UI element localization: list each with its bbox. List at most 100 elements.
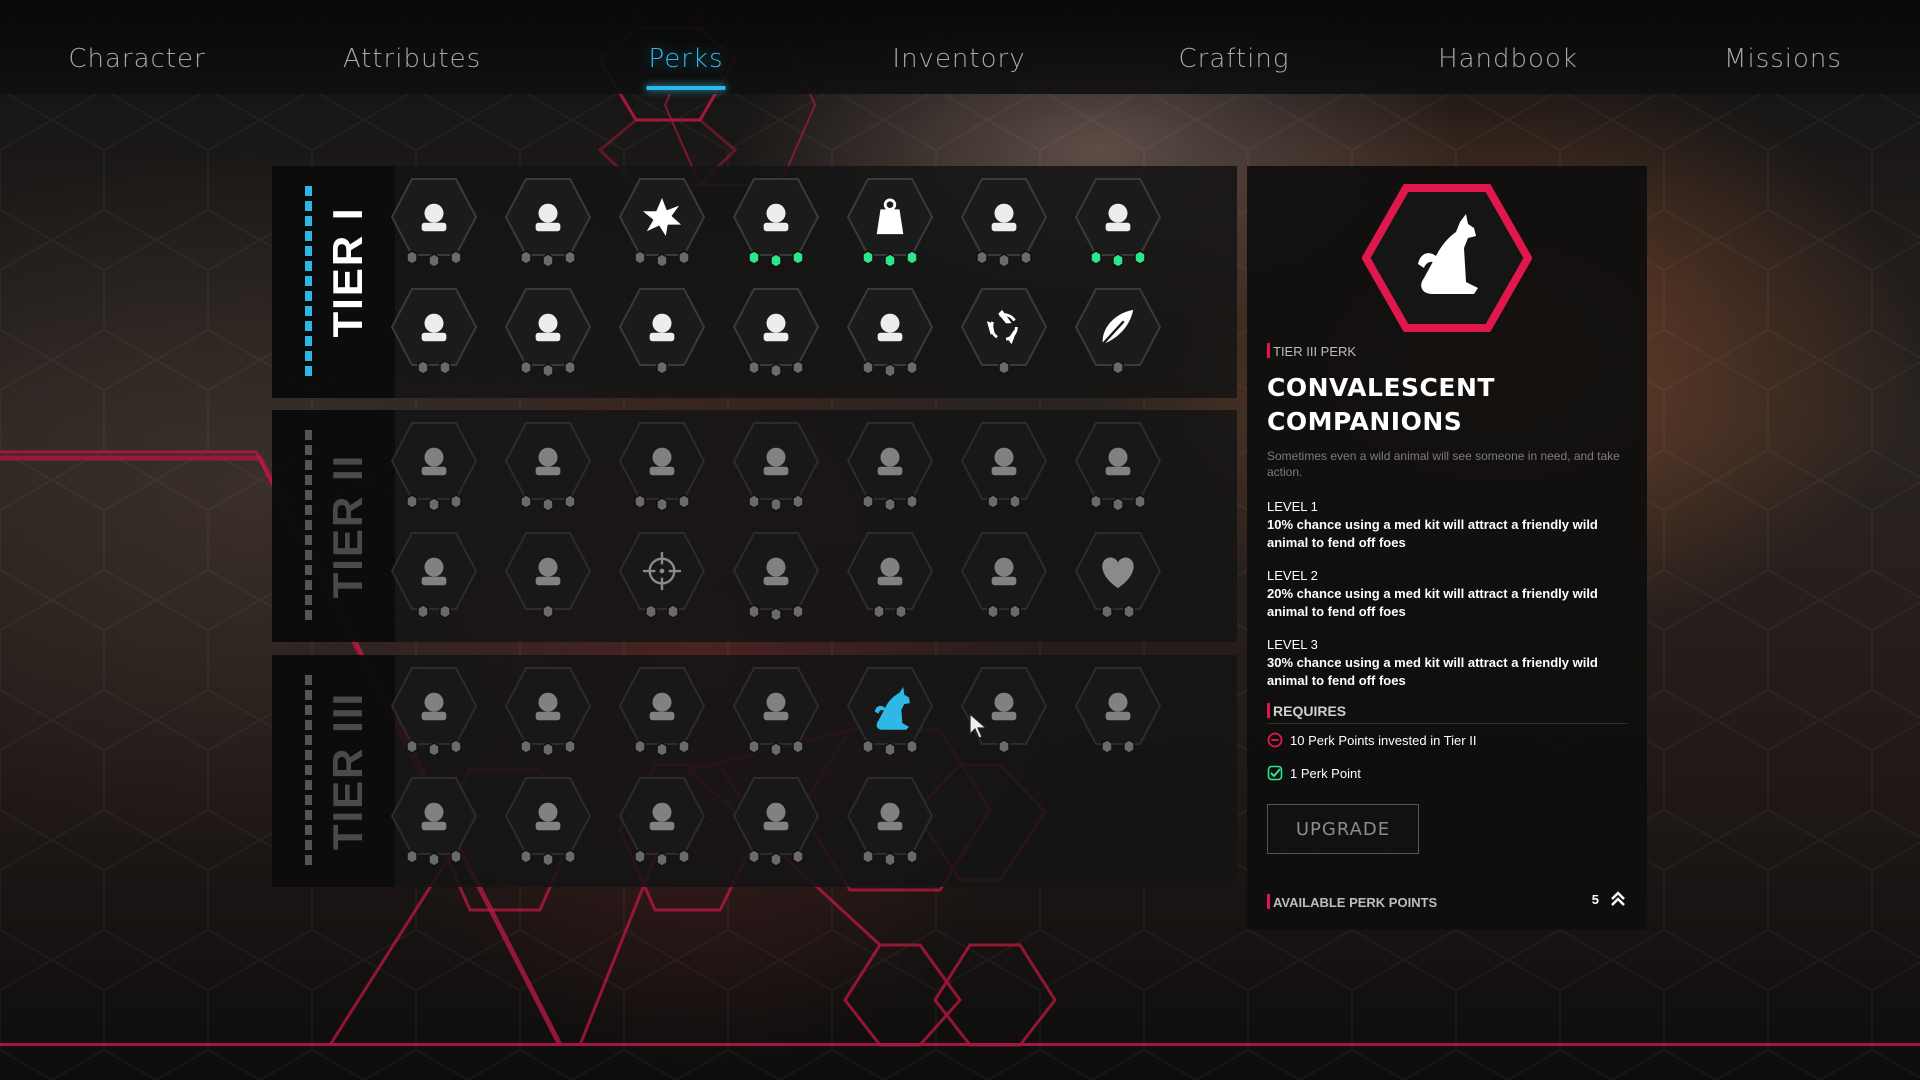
perk-hammer-pickaxe-slot[interactable] <box>1074 417 1162 513</box>
perk-hand-gear-slot[interactable] <box>504 772 592 868</box>
perk-recycle-slot[interactable] <box>960 283 1048 379</box>
perk-level-pip <box>520 360 532 375</box>
requires-heading: REQUIRES <box>1267 703 1627 724</box>
perk-sun-gear-slot[interactable] <box>732 772 820 868</box>
level-2-heading: LEVEL 2 <box>1267 568 1318 583</box>
perk-level-pip <box>748 360 760 375</box>
perk-person-melee-slot[interactable] <box>618 283 706 379</box>
perk-bullet-sparkle-slot[interactable] <box>846 283 934 379</box>
level-1-block: LEVEL 1 10% chance using a med kit will … <box>1267 498 1627 552</box>
tab-handbook[interactable]: Handbook <box>1438 44 1578 74</box>
perk-weight-kg-slot[interactable] <box>846 173 934 269</box>
perk-syringe-chain-slot[interactable] <box>504 173 592 269</box>
requirement-row-1: 10 Perk Points invested in Tier II <box>1267 732 1627 748</box>
perk-sneaker-slot[interactable] <box>732 173 820 269</box>
upgrade-button[interactable]: UPGRADE <box>1267 804 1419 854</box>
perk-bullet-chevron-slot[interactable] <box>390 173 478 269</box>
perk-level-pip <box>1009 604 1021 619</box>
perk-level-pip <box>667 604 679 619</box>
perk-turret-slot[interactable] <box>390 527 478 623</box>
perk-level-pip <box>976 250 988 265</box>
perk-pistol-slot[interactable] <box>504 417 592 513</box>
tab-missions[interactable]: Missions <box>1724 44 1842 74</box>
perk-title: CONVALESCENT COMPANIONS <box>1267 371 1627 439</box>
perk-level-pip <box>792 494 804 509</box>
perk-level-pip <box>1123 604 1135 619</box>
perk-level-pip <box>770 363 782 378</box>
perk-explosion-slot[interactable] <box>618 173 706 269</box>
level-3-heading: LEVEL 3 <box>1267 637 1318 652</box>
available-perk-points-counter: 5 <box>1592 890 1627 908</box>
requirement-row-2: 1 Perk Point <box>1267 765 1627 781</box>
perk-level-pip <box>542 363 554 378</box>
perk-knife-hand-slot[interactable] <box>504 662 592 758</box>
perk-weapon-swap-slot[interactable] <box>618 772 706 868</box>
perk-level-pip <box>439 604 451 619</box>
perk-toolbox-slot[interactable] <box>390 283 478 379</box>
perk-pulley-slot[interactable] <box>846 417 934 513</box>
perk-cannon-slot[interactable] <box>618 662 706 758</box>
perk-mounted-gun-slot[interactable] <box>960 662 1048 758</box>
perk-dog-slot[interactable] <box>846 662 934 758</box>
perk-description: Sometimes even a wild animal will see so… <box>1267 449 1620 479</box>
perk-level-pip <box>884 363 896 378</box>
perk-assault-rifle-slot[interactable] <box>390 417 478 513</box>
perk-level-pip <box>748 250 760 265</box>
perk-shield-person-slot[interactable] <box>390 772 478 868</box>
active-tab-underline <box>646 86 726 90</box>
perk-gear-craft-slot[interactable] <box>504 283 592 379</box>
perk-medic-flag-slot[interactable] <box>960 417 1048 513</box>
perk-gas-mask-slot[interactable] <box>732 527 820 623</box>
perk-feather-slot[interactable] <box>1074 283 1162 379</box>
perk-level-pip <box>428 742 440 757</box>
perk-gauge-slot[interactable] <box>732 417 820 513</box>
perk-level-pip <box>520 250 532 265</box>
tab-inventory[interactable]: Inventory <box>892 44 1025 74</box>
perk-level-pip <box>862 739 874 754</box>
tab-perks-label: Perks <box>648 44 724 74</box>
top-navigation: Character Attributes Perks Inventory Cra… <box>0 0 1920 94</box>
perk-skull-book-slot[interactable] <box>960 173 1048 269</box>
perk-hand-burst-slot[interactable] <box>1074 662 1162 758</box>
perk-level-pip <box>564 494 576 509</box>
perk-running-man-slot[interactable] <box>732 662 820 758</box>
perk-level-pip <box>417 604 429 619</box>
red-accent-bar <box>1267 343 1270 358</box>
level-2-text: 20% chance using a med kit will attract … <box>1267 586 1598 619</box>
perk-crosshair-slot[interactable] <box>618 527 706 623</box>
perk-level-pip <box>906 360 918 375</box>
perk-level-pip <box>450 494 462 509</box>
perk-level-pip <box>1134 250 1146 265</box>
perk-level-pip <box>645 604 657 619</box>
perk-body-armor-slot[interactable] <box>732 283 820 379</box>
perk-level-pip <box>634 849 646 864</box>
perk-target-head-slot[interactable] <box>960 527 1048 623</box>
tab-attributes[interactable]: Attributes <box>343 44 481 74</box>
tier-1-sidebar: TIER I <box>272 166 395 398</box>
perk-level-pip <box>987 604 999 619</box>
requirement-met-check-icon <box>1267 765 1283 781</box>
perk-level-pip <box>748 739 760 754</box>
perk-level-pip <box>906 739 918 754</box>
tab-crafting[interactable]: Crafting <box>1179 44 1290 74</box>
perk-level-pip <box>634 250 646 265</box>
tab-character[interactable]: Character <box>68 44 205 74</box>
tab-perks[interactable]: Perks <box>646 44 726 90</box>
tier-perk-label: TIER III PERK <box>1267 343 1627 359</box>
perk-survivor-arrows-slot[interactable] <box>1074 173 1162 269</box>
rank-chevrons-icon <box>1611 891 1625 906</box>
perk-map-slot[interactable] <box>846 527 934 623</box>
perk-level-pip <box>634 494 646 509</box>
level-1-text: 10% chance using a med kit will attract … <box>1267 517 1598 550</box>
perk-level-pip <box>520 494 532 509</box>
perk-detail-panel: TIER III PERK CONVALESCENT COMPANIONS So… <box>1247 166 1647 930</box>
perk-level-pip <box>770 253 782 268</box>
perk-heart-slot[interactable] <box>1074 527 1162 623</box>
perk-robot-sparkle-slot[interactable] <box>846 772 934 868</box>
perk-submachine-gun-slot[interactable] <box>618 417 706 513</box>
perk-title-line2: COMPANIONS <box>1267 407 1463 436</box>
perk-level-pip <box>678 494 690 509</box>
perk-spider-heart-slot[interactable] <box>504 527 592 623</box>
perk-level-pip <box>417 360 429 375</box>
perk-flare-gun-slot[interactable] <box>390 662 478 758</box>
